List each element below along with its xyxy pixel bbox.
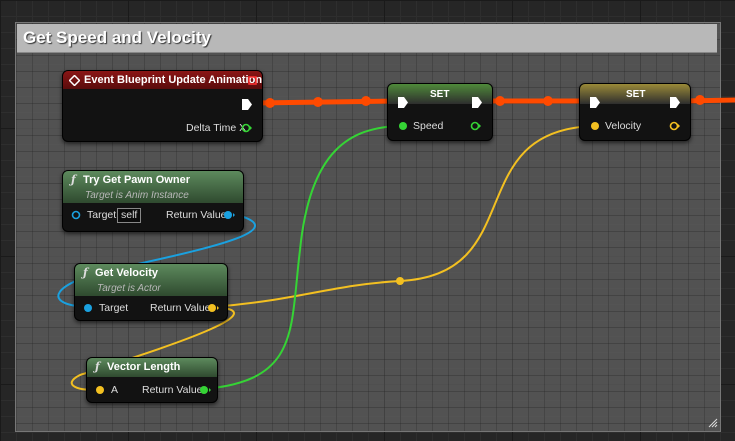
function-f-icon: ƒ [83,266,88,279]
return-value-pin[interactable] [207,303,219,313]
exec-out-pin[interactable] [242,99,252,110]
exec-reroute-5 [543,96,553,106]
return-value-label: Return Value [142,384,203,396]
node-header: ƒ Vector Length [87,358,217,377]
exec-reroute-6 [695,95,705,105]
delta-time-pin[interactable] [241,123,252,133]
exec-out-pin[interactable] [472,97,482,108]
exec-wire-3 [683,97,735,104]
exec-out-pin[interactable] [670,97,680,108]
exec-reroute-1 [265,98,275,108]
target-label: Target [87,209,117,221]
float-wire [204,125,402,390]
return-value-pin[interactable] [199,385,211,395]
velocity-in-pin[interactable] [590,121,601,131]
node-title: Try Get Pawn Owner [83,174,190,186]
target-pin[interactable] [71,210,82,220]
speed-label: Speed [413,120,444,132]
node-title: Get Velocity [95,267,158,279]
exec-reroute-2 [313,97,323,107]
exec-reroute-3 [361,96,371,106]
target-label: Target [99,302,129,314]
a-pin[interactable] [95,385,106,395]
node-set-velocity[interactable]: SET Velocity [579,83,691,141]
function-f-icon: ƒ [95,360,100,373]
speed-in-pin[interactable] [398,121,409,131]
target-pin[interactable] [83,303,94,313]
delta-time-label: Delta Time X [186,122,247,134]
return-value-label: Return Value [166,209,227,221]
node-header: ƒ Get Velocity Target is Actor [75,264,227,296]
a-label: A [111,384,119,396]
node-header: Event Blueprint Update Animation [63,71,262,89]
node-title: SET [626,89,646,100]
function-f-icon: ƒ [71,173,76,186]
return-value-pin[interactable] [223,210,235,220]
return-value-label: Return Value [150,302,211,314]
node-set-speed[interactable]: SET Speed [387,83,493,141]
speed-out-pin[interactable] [470,121,481,131]
exec-in-pin[interactable] [590,97,600,108]
node-title: Event Blueprint Update Animation [84,74,263,86]
node-header: ƒ Try Get Pawn Owner Target is Anim Inst… [63,171,243,203]
exec-in-pin[interactable] [398,97,408,108]
node-vector-length[interactable]: ƒ Vector Length A Return Value [86,357,218,403]
vector-reroute [396,277,404,285]
velocity-out-pin[interactable] [669,121,680,131]
delegate-square-icon[interactable] [248,76,257,85]
node-subtitle: Target is Actor [97,283,161,294]
target-self-field[interactable]: self [117,208,142,223]
node-get-velocity[interactable]: ƒ Get Velocity Target is Actor Target Re… [74,263,228,321]
node-try-get-pawn-owner[interactable]: ƒ Try Get Pawn Owner Target is Anim Inst… [62,170,244,232]
resize-grip-icon[interactable] [708,418,718,428]
exec-reroute-4 [495,96,505,106]
node-title: Vector Length [107,361,181,373]
velocity-label: Velocity [605,120,642,132]
event-diamond-icon [69,75,80,86]
node-event-update-animation[interactable]: Event Blueprint Update Animation Delta T… [62,70,263,142]
node-title: SET [430,89,450,100]
node-subtitle: Target is Anim Instance [85,190,189,201]
